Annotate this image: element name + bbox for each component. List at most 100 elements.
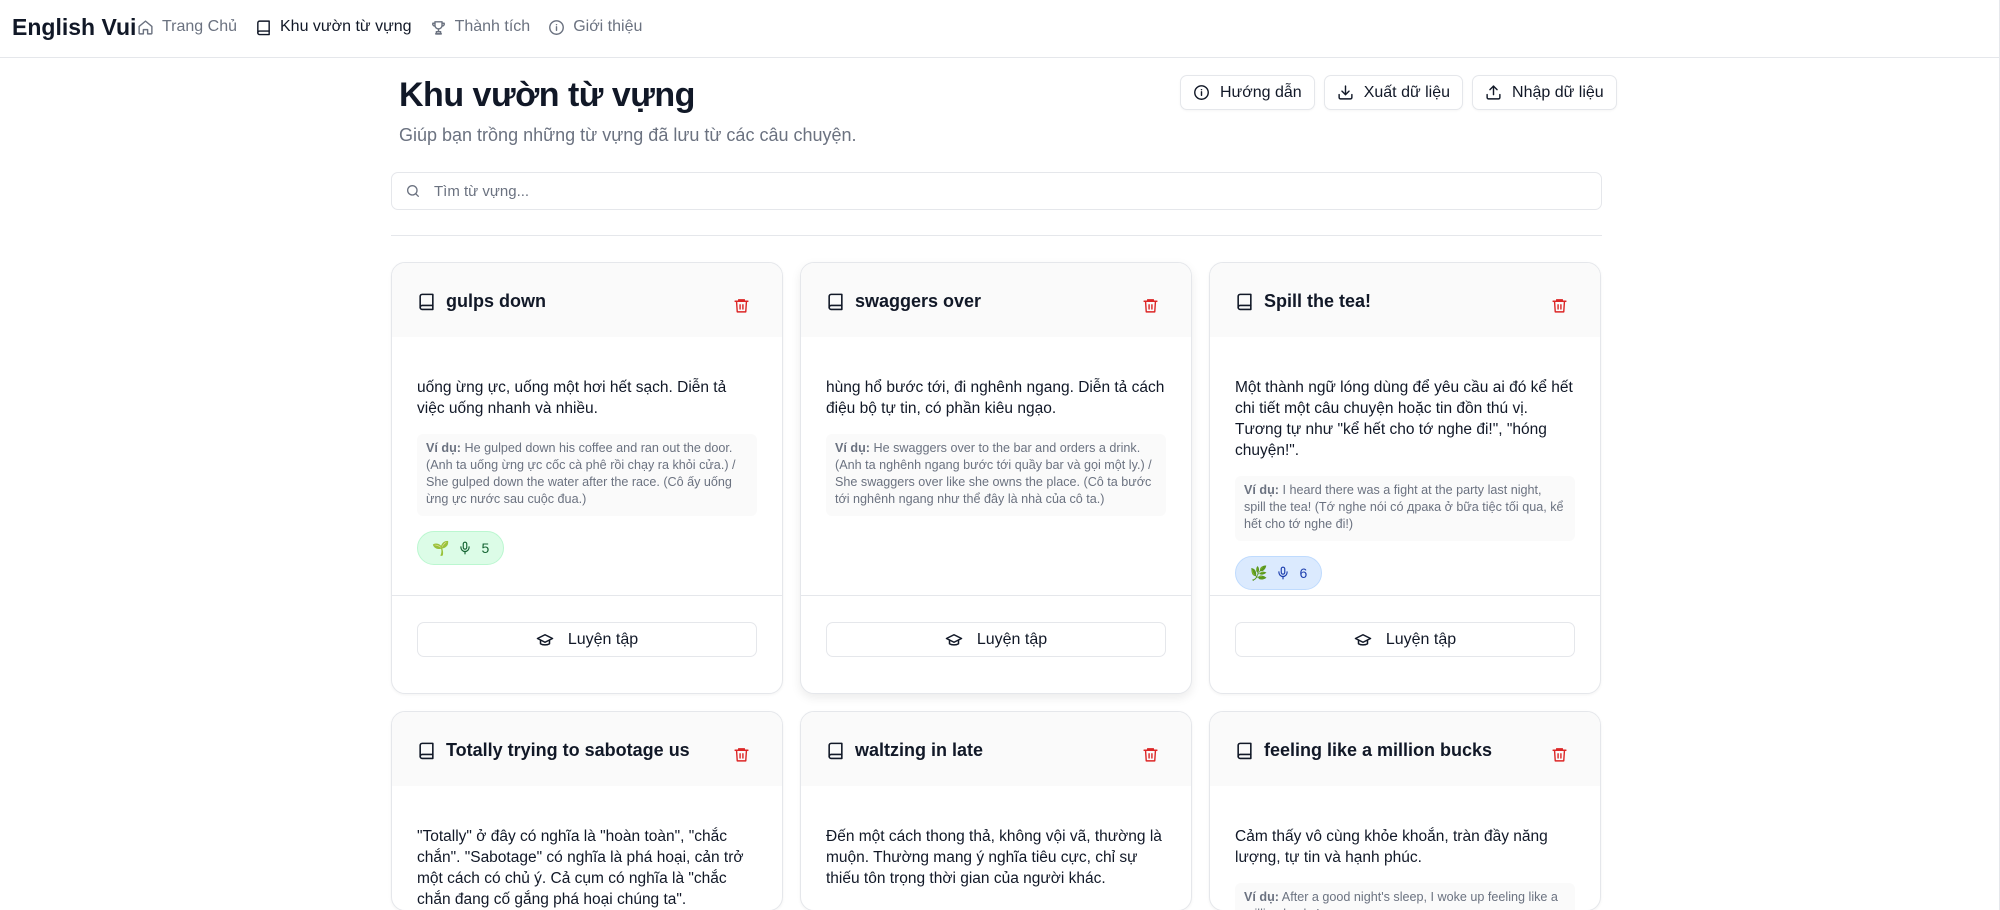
card-example: Ví dụ: After a good night's sleep, I wok… — [1235, 883, 1575, 910]
growth-badge: 🌱 5 — [417, 531, 505, 565]
card-header: gulps down — [392, 263, 782, 337]
book-icon — [419, 742, 434, 760]
nav-item-vocab-garden[interactable]: Khu vườn từ vựng — [255, 18, 412, 36]
book-icon — [828, 742, 843, 760]
vocab-grid: gulps down uống ừng ực, uống một hơi hết… — [391, 262, 1602, 910]
practice-label: Luyện tập — [1385, 630, 1457, 648]
example-text: I heard there was a fight at the party l… — [1244, 483, 1564, 531]
example-prefix: Ví dụ: — [1244, 483, 1279, 497]
vocab-card: swaggers over hùng hổ bước tới, đi nghên… — [800, 262, 1192, 694]
graduation-cap-icon — [536, 633, 554, 646]
brand-logo[interactable]: English Vui — [12, 14, 136, 41]
upload-icon — [1486, 85, 1501, 100]
card-title: Totally trying to sabotage us — [446, 740, 690, 760]
example-prefix: Ví dụ: — [1244, 890, 1279, 904]
card-footer: Luyện tập — [801, 595, 1191, 693]
card-example: Ví dụ: He gulped down his coffee and ran… — [417, 434, 757, 516]
example-text: He swaggers over to the bar and orders a… — [835, 441, 1152, 506]
trash-icon[interactable] — [733, 746, 750, 763]
card-header: swaggers over — [801, 263, 1191, 337]
import-button[interactable]: Nhập dữ liệu — [1472, 75, 1617, 110]
practice-label: Luyện tập — [976, 630, 1048, 648]
top-navbar: English Vui Trang Chủ Khu vườn từ vựng T… — [0, 0, 2000, 58]
card-body: Đến một cách thong thả, không vội vã, th… — [801, 786, 1191, 889]
book-icon — [828, 293, 843, 311]
trash-icon[interactable] — [1551, 297, 1568, 314]
herb-icon: 🌿 — [1250, 564, 1268, 581]
download-icon — [1338, 85, 1353, 100]
nav-item-achievements[interactable]: Thành tích — [430, 18, 531, 36]
vocab-card: waltzing in late Đến một cách thong thả,… — [800, 711, 1192, 910]
guide-button[interactable]: Hướng dẫn — [1180, 75, 1315, 110]
section-divider — [391, 235, 1602, 236]
info-icon — [1194, 85, 1209, 100]
card-body: "Totally" ở đây có nghĩa là "hoàn toàn",… — [392, 786, 782, 910]
book-icon — [419, 293, 434, 311]
card-meaning: uống ừng ực, uống một hơi hết sạch. Diễn… — [417, 379, 727, 417]
practice-button[interactable]: Luyện tập — [826, 622, 1166, 657]
card-body: Một thành ngữ lóng dùng để yêu cầu ai đó… — [1210, 337, 1600, 590]
trash-icon[interactable] — [1142, 297, 1159, 314]
example-prefix: Ví dụ: — [426, 441, 461, 455]
card-header: Totally trying to sabotage us — [392, 712, 782, 786]
home-icon — [138, 19, 153, 35]
graduation-cap-icon — [945, 633, 963, 646]
card-title: Spill the tea! — [1264, 291, 1372, 311]
vocab-card: feeling like a million bucks Cảm thấy vô… — [1209, 711, 1601, 910]
info-icon — [549, 19, 565, 35]
practice-count: 5 — [481, 540, 490, 556]
search-bar — [391, 172, 1602, 210]
search-input[interactable] — [434, 182, 1534, 200]
sprout-icon: 🌱 — [432, 539, 450, 556]
card-header: waltzing in late — [801, 712, 1191, 786]
graduation-cap-icon — [1354, 633, 1372, 646]
vocab-card: gulps down uống ừng ực, uống một hơi hết… — [391, 262, 783, 694]
header-actions: Hướng dẫn Xuất dữ liệu Nhập dữ liệu — [1180, 75, 1617, 110]
practice-button[interactable]: Luyện tập — [1235, 622, 1575, 657]
card-title: waltzing in late — [855, 740, 984, 760]
page-title: Khu vườn từ vựng — [399, 76, 695, 114]
export-button[interactable]: Xuất dữ liệu — [1323, 75, 1464, 110]
card-body: Cảm thấy vô cùng khỏe khoắn, tràn đầy nă… — [1210, 786, 1600, 910]
page-subtitle: Giúp bạn trồng những từ vựng đã lưu từ c… — [399, 125, 857, 145]
practice-count: 6 — [1299, 565, 1308, 581]
book-icon — [1237, 742, 1252, 760]
card-header: Spill the tea! — [1210, 263, 1600, 337]
example-text: He gulped down his coffee and ran out th… — [426, 441, 736, 506]
practice-button[interactable]: Luyện tập — [417, 622, 757, 657]
trash-icon[interactable] — [1551, 746, 1568, 763]
book-icon — [1237, 293, 1252, 311]
trophy-icon — [431, 20, 445, 35]
vocab-card: Totally trying to sabotage us "Totally" … — [391, 711, 783, 910]
vocab-card: Spill the tea! Một thành ngữ lóng dùng đ… — [1209, 262, 1601, 694]
card-body: uống ừng ực, uống một hơi hết sạch. Diễn… — [392, 337, 782, 565]
card-meaning: "Totally" ở đây có nghĩa là "hoàn toàn",… — [417, 828, 744, 908]
nav-item-about[interactable]: Giới thiệu — [548, 18, 642, 36]
card-meaning: Đến một cách thong thả, không vội vã, th… — [826, 828, 1162, 887]
import-button-label: Nhập dữ liệu — [1512, 83, 1604, 101]
practice-label: Luyện tập — [567, 630, 639, 648]
guide-button-label: Hướng dẫn — [1220, 83, 1302, 101]
trash-icon[interactable] — [1142, 746, 1159, 763]
card-title: gulps down — [446, 291, 546, 311]
nav-item-home[interactable]: Trang Chủ — [137, 18, 237, 36]
example-prefix: Ví dụ: — [835, 441, 870, 455]
microphone-icon — [460, 541, 471, 555]
search-icon — [407, 185, 419, 197]
growth-badge: 🌿 6 — [1235, 556, 1323, 590]
nav-item-label: Giới thiệu — [573, 18, 643, 35]
trash-icon[interactable] — [733, 297, 750, 314]
card-title: feeling like a million bucks — [1264, 740, 1493, 760]
card-footer: Luyện tập — [392, 595, 782, 693]
card-example: Ví dụ: He swaggers over to the bar and o… — [826, 434, 1166, 516]
card-meaning: Cảm thấy vô cùng khỏe khoắn, tràn đầy nă… — [1235, 828, 1548, 866]
export-button-label: Xuất dữ liệu — [1363, 83, 1451, 101]
microphone-icon — [1278, 566, 1289, 580]
card-example: Ví dụ: I heard there was a fight at the … — [1235, 476, 1575, 541]
main-nav: Trang Chủ Khu vườn từ vựng Thành tích Gi… — [137, 18, 660, 36]
nav-item-label: Thành tích — [454, 18, 531, 35]
nav-item-label: Trang Chủ — [162, 18, 237, 35]
card-footer: Luyện tập — [1210, 595, 1600, 693]
card-body: hùng hổ bước tới, đi nghênh ngang. Diễn … — [801, 337, 1191, 516]
card-title: swaggers over — [855, 291, 982, 311]
